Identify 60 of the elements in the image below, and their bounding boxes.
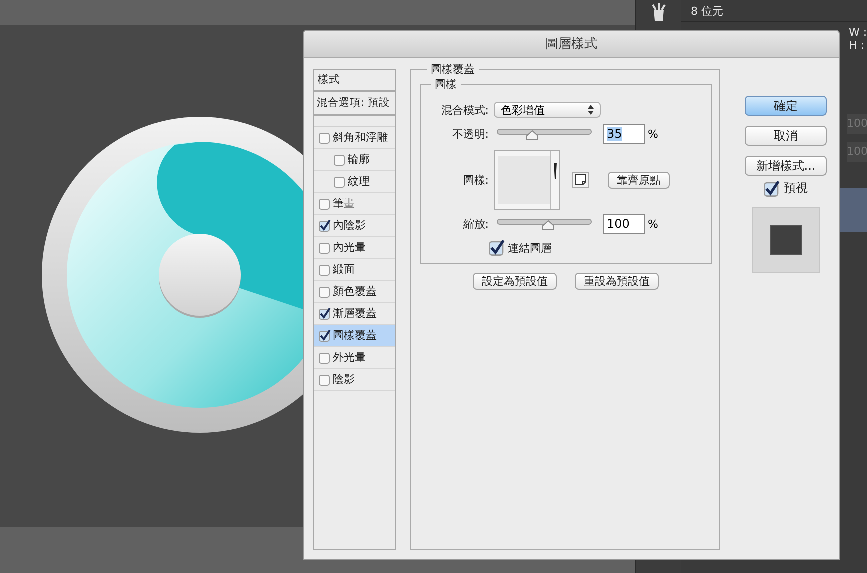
checkbox[interactable]	[319, 198, 331, 210]
checkbox[interactable]	[319, 132, 331, 144]
checkbox[interactable]	[334, 154, 346, 166]
pattern-swatch[interactable]	[494, 150, 560, 210]
bit-depth-label: 8 位元	[691, 5, 724, 18]
caret-icon	[554, 163, 556, 179]
ok-button[interactable]: 確定	[745, 96, 827, 116]
dialog-button[interactable]: 取消	[745, 126, 827, 146]
number-field[interactable]: 100	[603, 214, 645, 234]
checkbox[interactable]	[319, 352, 331, 364]
bucket-icon[interactable]	[650, 2, 666, 22]
list-item[interactable]: 紋理	[314, 171, 395, 193]
list-header: 樣式	[314, 70, 395, 92]
default-button[interactable]: 設定為預設值	[473, 273, 557, 290]
field-label: 混合模式:	[440, 102, 489, 118]
group-title: 圖樣覆蓋	[427, 62, 479, 77]
list-item[interactable]: 內光暈	[314, 237, 395, 259]
new-preset-icon[interactable]	[572, 172, 589, 188]
list-item[interactable]: 緞面	[314, 259, 395, 281]
checkbox[interactable]	[489, 240, 505, 256]
preview-thumbnail	[752, 207, 820, 273]
checkbox[interactable]	[319, 264, 331, 276]
number-field[interactable]: 35	[603, 124, 645, 144]
checkbox[interactable]	[319, 330, 331, 342]
list-item[interactable]: 混合選項: 預設	[314, 92, 395, 116]
dialog-button[interactable]: 新增樣式...	[745, 156, 827, 176]
field-value: 100	[607, 217, 630, 231]
unit-label: %	[648, 218, 658, 230]
checkbox[interactable]	[319, 242, 331, 254]
slider-thumb[interactable]	[542, 220, 554, 231]
checkbox[interactable]	[319, 308, 331, 320]
default-button[interactable]: 重設為預設值	[575, 273, 659, 290]
list-item[interactable]: 外光暈	[314, 347, 395, 369]
group-title: 圖樣	[431, 77, 461, 92]
list-item[interactable]: 筆畫	[314, 193, 395, 215]
field-label: 圖樣:	[462, 172, 489, 188]
checkbox[interactable]	[319, 220, 331, 232]
list-item[interactable]: 圖樣覆蓋	[314, 325, 395, 347]
slider-thumb[interactable]	[526, 130, 540, 141]
list-item[interactable]: 顏色覆蓋	[314, 281, 395, 303]
height-label: H :	[849, 39, 866, 52]
updown-icon	[588, 105, 594, 115]
list-item[interactable]: 內陰影	[314, 215, 395, 237]
width-label: W :	[849, 26, 867, 39]
snap-to-origin-button[interactable]: 靠齊原點	[608, 172, 670, 188]
list-item[interactable]: 斜角和浮雕	[314, 127, 395, 149]
checkbox[interactable]	[319, 286, 331, 298]
window-title: 圖層樣式	[546, 36, 598, 53]
field-label: 縮放:	[462, 216, 489, 232]
checkbox-label: 預視	[784, 180, 808, 197]
checkbox-label: 連結圖層	[508, 240, 552, 256]
field-label: 不透明:	[451, 126, 489, 142]
blend-mode-dropdown[interactable]: 色彩增值	[494, 102, 601, 118]
checkbox[interactable]	[334, 176, 346, 188]
field-value: 35	[607, 127, 622, 141]
list-item[interactable]: 陰影	[314, 369, 395, 391]
list-item[interactable]: 輪廓	[314, 149, 395, 171]
checkbox[interactable]	[764, 180, 780, 196]
unit-label: %	[648, 128, 658, 140]
checkbox[interactable]	[319, 374, 331, 386]
